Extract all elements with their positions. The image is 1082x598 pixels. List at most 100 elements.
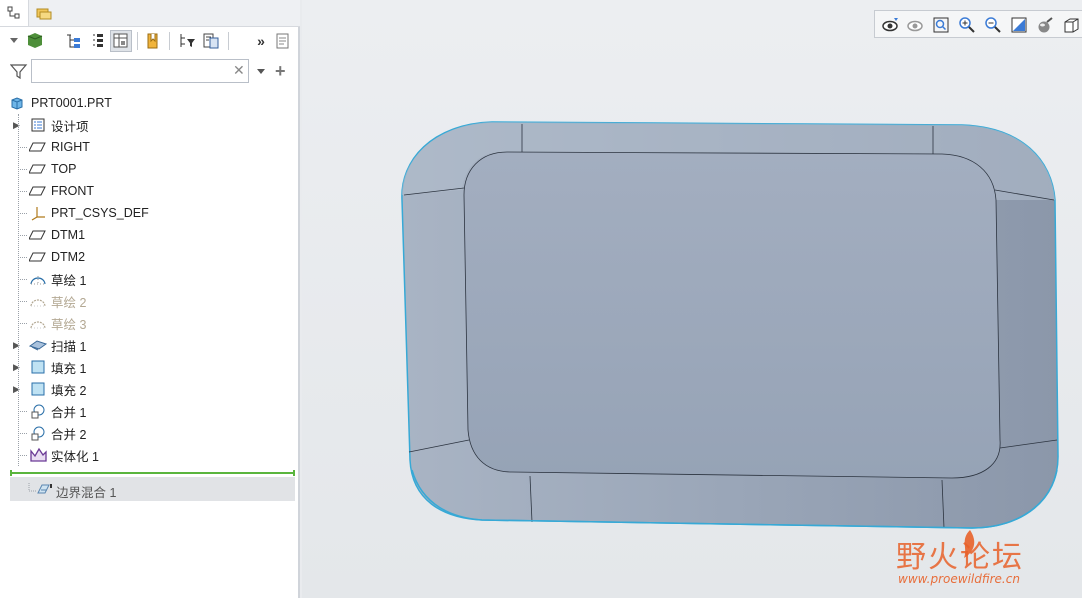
tree-item[interactable]: ▶ 设计项	[0, 114, 298, 136]
tree-item[interactable]: ▶ 扫描 1	[0, 334, 298, 356]
close-icon[interactable]: ✕	[233, 62, 245, 79]
tree-connector	[18, 235, 27, 236]
tree-item[interactable]: 草绘 2	[0, 290, 298, 312]
watermark-url: www.proewildfire.cn	[898, 572, 1020, 586]
tree-item[interactable]: ▶ 填充 1	[0, 356, 298, 378]
tree-item-label: TOP	[51, 162, 77, 176]
notes-button[interactable]	[272, 30, 294, 52]
tree-item-label: 草绘 2	[51, 295, 87, 310]
cube-filter-icon	[10, 33, 43, 48]
tree-columns-button[interactable]	[62, 30, 84, 52]
tree-item-label: 草绘 1	[51, 273, 87, 288]
notes-icon	[276, 33, 289, 49]
model-properties-button[interactable]	[200, 30, 222, 52]
solidify-icon	[29, 446, 47, 464]
tab-model-tree[interactable]	[0, 0, 29, 26]
properties-icon	[203, 33, 219, 49]
tree-filter-icon	[180, 34, 195, 47]
tree-connector	[18, 411, 27, 412]
tree-filter-button[interactable]	[176, 30, 198, 52]
chevron-down-icon[interactable]	[256, 68, 266, 76]
tree-connector	[18, 433, 27, 434]
repaint-button[interactable]	[1008, 14, 1030, 36]
tree-item[interactable]: 合并 2	[0, 422, 298, 444]
tree-item-label: 填充 1	[51, 361, 87, 376]
tree-icon	[7, 6, 20, 19]
sketch-icon	[29, 270, 47, 288]
sketch-icon	[29, 292, 47, 310]
folder-icon	[36, 8, 52, 20]
csys-icon	[29, 204, 47, 222]
tree-toolbar: »	[0, 28, 300, 58]
tree-root[interactable]: PRT0001.PRT	[0, 92, 298, 114]
tree-item[interactable]: DTM2	[0, 246, 298, 268]
named-views-button[interactable]	[1060, 14, 1082, 36]
tree-connector	[18, 323, 27, 324]
tree-connector	[18, 114, 19, 466]
tree-item[interactable]: 实体化 1	[0, 444, 298, 466]
panel-tabs	[0, 0, 300, 27]
refit-button[interactable]	[930, 14, 952, 36]
zoom-in-button[interactable]	[956, 14, 978, 36]
part-icon	[8, 94, 26, 112]
tree-connector	[18, 191, 27, 192]
model-top-face	[463, 151, 1001, 479]
tree-connector	[18, 213, 27, 214]
tree-item-label: DTM2	[51, 250, 86, 264]
tree-item[interactable]: ▶ 填充 2	[0, 378, 298, 400]
bookmark-icon	[147, 33, 158, 49]
tree-connector	[18, 169, 27, 170]
double-chevron-icon: »	[257, 33, 265, 49]
tree-item[interactable]: RIGHT	[0, 136, 298, 158]
tree-connector	[18, 279, 27, 280]
tree-item[interactable]: PRT_CSYS_DEF	[0, 202, 298, 224]
tree-item-label: 实体化 1	[51, 449, 99, 464]
insert-here-marker[interactable]	[10, 470, 295, 476]
watermark-logo: 野火论坛 www.proewildfire.cn	[896, 528, 1076, 588]
tree-item-label: 设计项	[51, 119, 89, 134]
shading-icon	[1038, 17, 1053, 33]
tree-item-label: PRT_CSYS_DEF	[51, 206, 149, 220]
tree-item-label: 填充 2	[51, 383, 87, 398]
tree-item[interactable]: FRONT	[0, 180, 298, 202]
display-filter-button[interactable]	[8, 30, 44, 52]
tree-item[interactable]: DTM1	[0, 224, 298, 246]
eye-icon	[882, 18, 898, 32]
tree-connector	[18, 147, 27, 148]
funnel-icon	[10, 64, 28, 80]
model-render	[401, 121, 1059, 529]
add-icon[interactable]: +	[275, 61, 286, 82]
datum-plane-icon	[29, 248, 47, 266]
merge-icon	[29, 424, 47, 442]
datum-plane-icon	[29, 182, 47, 200]
layers-icon	[29, 116, 47, 134]
tree-item-label: 合并 2	[51, 427, 87, 442]
fill-icon	[29, 380, 47, 398]
search-input[interactable]	[31, 59, 249, 83]
expand-tree-button[interactable]	[86, 30, 108, 52]
show-columns-button[interactable]	[110, 30, 132, 52]
more-button[interactable]: »	[250, 30, 272, 52]
datum-plane-icon	[29, 138, 47, 156]
saved-views-button[interactable]	[879, 14, 901, 36]
settings-button[interactable]	[142, 30, 164, 52]
tree-item[interactable]: TOP	[0, 158, 298, 180]
graphics-viewport[interactable]	[302, 0, 1082, 598]
tree-item[interactable]: 草绘 3	[0, 312, 298, 334]
tab-folder-browser[interactable]	[30, 0, 58, 26]
tree-item-label: 边界混合 1	[56, 486, 117, 500]
hidden-views-button[interactable]	[904, 14, 926, 36]
tree-item-label: FRONT	[51, 184, 95, 198]
display-style-button[interactable]	[1034, 14, 1056, 36]
zoom-out-icon	[985, 17, 1001, 33]
tree-connector	[18, 301, 27, 302]
search-row: ✕ +	[0, 58, 300, 88]
tree-item-label: 扫描 1	[51, 339, 87, 354]
zoom-out-button[interactable]	[982, 14, 1004, 36]
view-toolbar	[874, 10, 1082, 38]
tree-item[interactable]: 合并 1	[0, 400, 298, 422]
tree-root-label: PRT0001.PRT	[31, 96, 112, 110]
table-icon	[113, 33, 128, 48]
tree-item-suppressed[interactable]: 边界混合 1	[10, 477, 295, 501]
tree-item[interactable]: 草绘 1	[0, 268, 298, 290]
